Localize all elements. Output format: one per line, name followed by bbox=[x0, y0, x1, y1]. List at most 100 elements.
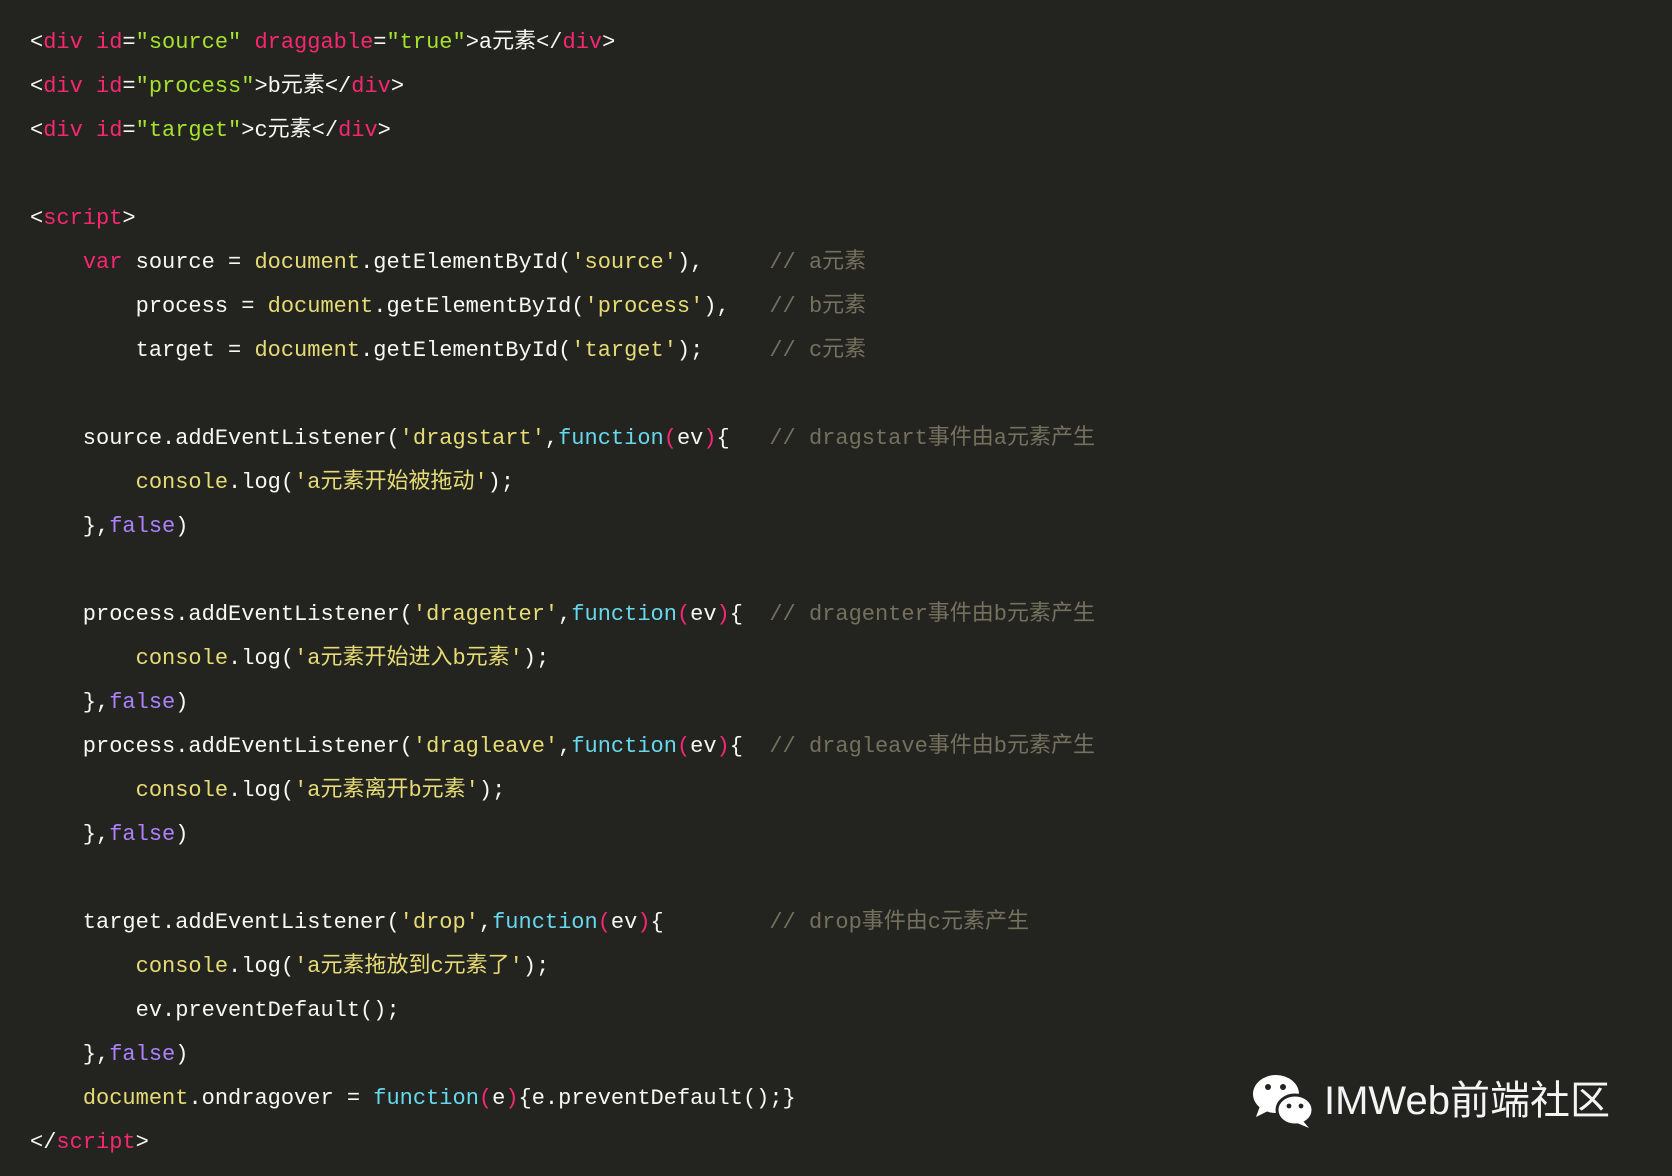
code-line: source.addEventListener('dragstart',func… bbox=[30, 417, 1095, 461]
code-token: ) bbox=[716, 602, 730, 627]
code-token: function bbox=[373, 1086, 479, 1111]
code-token: function bbox=[571, 602, 677, 627]
code-token: id bbox=[96, 30, 123, 55]
code-token: = bbox=[373, 30, 387, 55]
code-token: ), bbox=[703, 294, 770, 319]
code-screenshot: <div id="source" draggable="true">a元素</d… bbox=[0, 0, 1672, 1176]
code-token: }, bbox=[30, 1042, 110, 1067]
code-comment: // b元素 bbox=[769, 294, 867, 319]
code-token: > bbox=[377, 118, 391, 143]
code-token: 'process' bbox=[584, 294, 704, 319]
code-token: ); bbox=[676, 338, 770, 363]
code-block: <div id="source" draggable="true">a元素</d… bbox=[30, 21, 1095, 1165]
code-token: >c元素</ bbox=[241, 118, 339, 143]
watermark-text: IMWeb前端社区 bbox=[1324, 1079, 1610, 1123]
code-token: 'drop' bbox=[399, 910, 479, 935]
code-token: ); bbox=[478, 778, 506, 803]
code-token: console bbox=[135, 954, 229, 979]
code-token: { bbox=[716, 426, 770, 451]
code-line: target = document.getElementById('target… bbox=[30, 329, 1095, 373]
code-token: div bbox=[43, 74, 83, 99]
code-token: function bbox=[571, 734, 677, 759]
code-token: div bbox=[43, 30, 83, 55]
code-token: console bbox=[135, 778, 229, 803]
code-token: ( bbox=[676, 602, 691, 627]
code-token: ( bbox=[597, 910, 611, 935]
code-token: ev bbox=[690, 602, 717, 627]
code-token: .log( bbox=[228, 646, 295, 671]
code-token: = bbox=[122, 74, 136, 99]
code-line: var source = document.getElementById('so… bbox=[30, 241, 1095, 285]
code-line: console.log('a元素离开b元素'); bbox=[30, 769, 1095, 813]
code-token: var bbox=[82, 250, 123, 275]
code-token: ), bbox=[676, 250, 770, 275]
code-line: <div id="process">b元素</div> bbox=[30, 65, 1095, 109]
code-token: , bbox=[558, 602, 572, 627]
wechat-icon-graphic bbox=[1253, 1075, 1315, 1128]
code-token: > bbox=[390, 74, 405, 99]
code-token: ev bbox=[676, 426, 704, 451]
code-token: 'target' bbox=[571, 338, 677, 363]
code-token: 'dragenter' bbox=[412, 602, 559, 627]
code-token: 'source' bbox=[571, 250, 677, 275]
code-token: 'a元素开始进入b元素' bbox=[294, 646, 523, 671]
code-token: target.addEventListener( bbox=[30, 910, 400, 935]
code-token: document bbox=[254, 250, 361, 275]
code-token: 'a元素离开b元素' bbox=[294, 778, 479, 803]
code-token: false bbox=[109, 690, 176, 715]
code-line: },false) bbox=[30, 505, 1095, 549]
code-comment: // a元素 bbox=[769, 250, 867, 275]
code-token: < bbox=[30, 118, 44, 143]
code-token: ) bbox=[703, 426, 717, 451]
code-token: </ bbox=[30, 1130, 57, 1155]
code-token: > bbox=[135, 1130, 149, 1155]
code-token: ) bbox=[716, 734, 730, 759]
code-comment: // dragstart事件由a元素产生 bbox=[769, 426, 1095, 451]
code-token: document bbox=[267, 294, 374, 319]
watermark: IMWeb前端社区 bbox=[1251, 1072, 1610, 1130]
code-token: div bbox=[338, 118, 378, 143]
code-token: < bbox=[30, 206, 44, 231]
code-token: { bbox=[729, 602, 770, 627]
code-line: },false) bbox=[30, 681, 1095, 725]
code-token: ( bbox=[663, 426, 677, 451]
code-token: .log( bbox=[228, 778, 295, 803]
code-token: div bbox=[562, 30, 603, 55]
code-token: console bbox=[135, 470, 229, 495]
code-token: ); bbox=[522, 646, 550, 671]
code-token: .getElementById( bbox=[373, 294, 585, 319]
code-line: target.addEventListener('drop',function(… bbox=[30, 901, 1095, 945]
code-token: "true" bbox=[386, 30, 466, 55]
code-token: }, bbox=[30, 822, 110, 847]
code-token: < bbox=[30, 74, 44, 99]
code-token: id bbox=[96, 118, 123, 143]
code-line: },false) bbox=[30, 813, 1095, 857]
code-token: , bbox=[478, 910, 493, 935]
code-token: process = bbox=[30, 294, 268, 319]
code-token: .getElementById( bbox=[360, 250, 572, 275]
code-token: 'a元素开始被拖动' bbox=[294, 470, 488, 495]
code-token: process.addEventListener( bbox=[30, 734, 413, 759]
code-token: 'a元素拖放到c元素了' bbox=[294, 954, 523, 979]
code-token: "process" bbox=[135, 74, 255, 99]
code-line: <div id="target">c元素</div> bbox=[30, 109, 1095, 153]
code-token: target = bbox=[30, 338, 255, 363]
code-line: process = document.getElementById('proce… bbox=[30, 285, 1095, 329]
code-token: id bbox=[96, 74, 123, 99]
code-token: false bbox=[109, 822, 176, 847]
code-line: <div id="source" draggable="true">a元素</d… bbox=[30, 21, 1095, 65]
code-token: ev.preventDefault(); bbox=[30, 998, 400, 1023]
code-comment: // c元素 bbox=[769, 338, 867, 363]
code-token: {e.preventDefault();} bbox=[518, 1086, 796, 1111]
code-token: function bbox=[492, 910, 598, 935]
code-token: source = bbox=[122, 250, 255, 275]
